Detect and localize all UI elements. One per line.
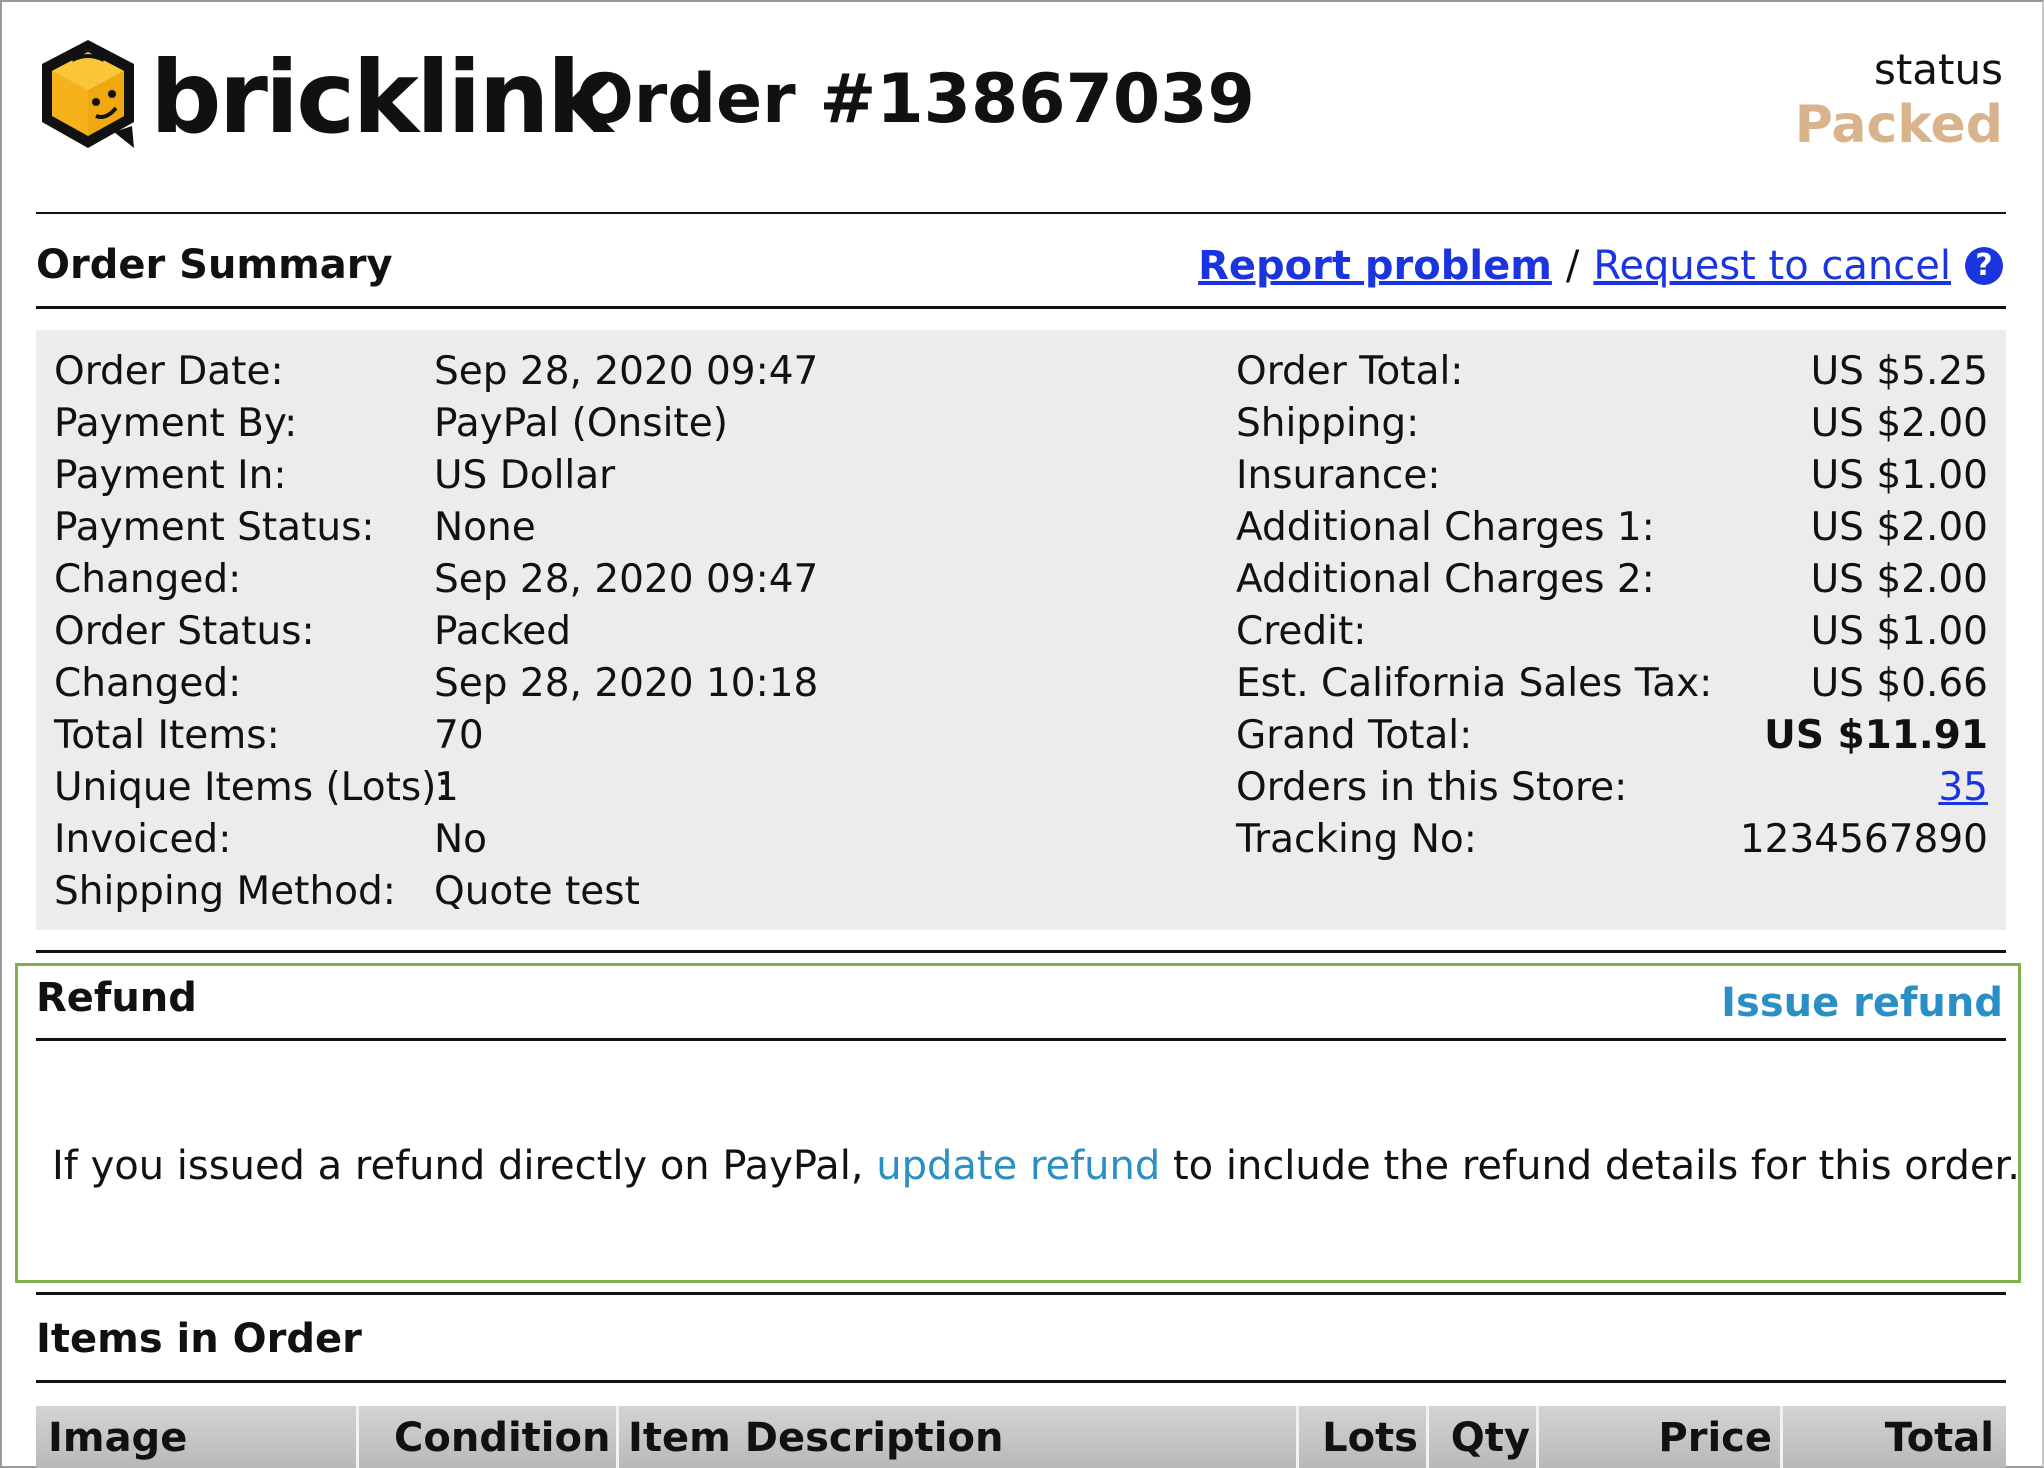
insurance-value: US $1.00 xyxy=(1810,453,1988,498)
sales-tax-value: US $0.66 xyxy=(1810,661,1988,706)
order-status-value: Packed xyxy=(434,609,572,654)
payment-by-value: PayPal (Onsite) xyxy=(434,401,728,446)
issue-refund-link[interactable]: Issue refund xyxy=(1721,977,2003,1029)
refund-text-before: If you issued a refund directly on PayPa… xyxy=(52,1143,877,1189)
column-header-price[interactable]: Price xyxy=(1540,1408,1772,1468)
column-divider xyxy=(1780,1406,1783,1468)
orders-in-store-label: Orders in this Store: xyxy=(1236,765,1628,810)
additional-charges-2-label: Additional Charges 2: xyxy=(1236,557,1655,602)
grand-total-label: Grand Total: xyxy=(1236,713,1473,758)
help-icon[interactable]: ? xyxy=(1965,247,2003,285)
order-date-value: Sep 28, 2020 09:47 xyxy=(434,349,819,394)
report-problem-link[interactable]: Report problem xyxy=(1198,240,1552,292)
refund-title: Refund xyxy=(36,975,197,1021)
column-header-item-description[interactable]: Item Description xyxy=(628,1408,1288,1468)
column-divider xyxy=(356,1406,359,1468)
refund-text-after: to include the refund details for this o… xyxy=(1160,1143,2021,1189)
column-divider xyxy=(1536,1406,1539,1468)
payment-in-value: US Dollar xyxy=(434,453,616,498)
total-items-value: 70 xyxy=(434,713,484,758)
grand-total-value: US $11.91 xyxy=(1764,713,1988,758)
order-date-label: Order Date: xyxy=(54,349,284,394)
order-status-label: Order Status: xyxy=(54,609,315,654)
column-header-image[interactable]: Image xyxy=(48,1408,348,1468)
column-header-lots[interactable]: Lots xyxy=(1300,1408,1418,1468)
summary-title-divider xyxy=(36,306,2006,309)
payment-changed-label: Changed: xyxy=(54,557,242,602)
tracking-no-value: 1234567890 xyxy=(1739,817,1988,862)
additional-charges-2-value: US $2.00 xyxy=(1810,557,1988,602)
refund-bottom-divider xyxy=(36,1292,2006,1295)
payment-by-label: Payment By: xyxy=(54,401,298,446)
request-cancel-link[interactable]: Request to cancel xyxy=(1593,240,1951,292)
payment-status-label: Payment Status: xyxy=(54,505,375,550)
status-badge: Packed xyxy=(1794,95,2003,155)
total-items-label: Total Items: xyxy=(54,713,280,758)
update-refund-link[interactable]: update refund xyxy=(876,1143,1160,1189)
payment-in-label: Payment In: xyxy=(54,453,287,498)
order-summary-title: Order Summary xyxy=(36,242,393,288)
shipping-value: US $2.00 xyxy=(1810,401,1988,446)
invoiced-label: Invoiced: xyxy=(54,817,232,862)
status-changed-value: Sep 28, 2020 10:18 xyxy=(434,661,819,706)
order-summary-panel xyxy=(36,330,2006,930)
page-title: Order #13867039 xyxy=(576,60,1255,139)
brand-name: bricklink xyxy=(150,39,613,156)
shipping-method-label: Shipping Method: xyxy=(54,869,396,914)
shipping-method-value: Quote test xyxy=(434,869,640,914)
refund-panel xyxy=(15,963,2021,1283)
unique-items-value: 1 xyxy=(434,765,459,810)
order-total-label: Order Total: xyxy=(1236,349,1464,394)
refund-title-divider xyxy=(36,1038,2006,1041)
bricklink-logo-icon xyxy=(42,40,134,148)
link-separator: / xyxy=(1565,243,1580,289)
refund-message: If you issued a refund directly on PayPa… xyxy=(52,1140,2020,1192)
summary-actions: Report problem / Request to cancel ? xyxy=(1198,240,2003,292)
additional-charges-1-value: US $2.00 xyxy=(1810,505,1988,550)
column-divider xyxy=(1426,1406,1429,1468)
column-divider xyxy=(616,1406,619,1468)
credit-value: US $1.00 xyxy=(1810,609,1988,654)
column-header-condition[interactable]: Condition xyxy=(394,1408,614,1468)
items-in-order-title: Items in Order xyxy=(36,1316,362,1362)
shipping-label: Shipping: xyxy=(1236,401,1420,446)
status-label: status xyxy=(1873,45,2003,94)
credit-label: Credit: xyxy=(1236,609,1367,654)
invoiced-value: No xyxy=(434,817,488,862)
insurance-label: Insurance: xyxy=(1236,453,1441,498)
items-title-divider xyxy=(36,1380,2006,1383)
order-total-value: US $5.25 xyxy=(1810,349,1988,394)
unique-items-label: Unique Items (Lots): xyxy=(54,765,450,810)
payment-changed-value: Sep 28, 2020 09:47 xyxy=(434,557,819,602)
column-header-qty[interactable]: Qty xyxy=(1430,1408,1530,1468)
column-divider xyxy=(1296,1406,1299,1468)
payment-status-value: None xyxy=(434,505,536,550)
sales-tax-label: Est. California Sales Tax: xyxy=(1236,661,1713,706)
summary-bottom-divider xyxy=(36,950,2006,953)
tracking-no-label: Tracking No: xyxy=(1236,817,1477,862)
status-changed-label: Changed: xyxy=(54,661,242,706)
column-header-total[interactable]: Total xyxy=(1784,1408,1994,1468)
orders-in-store-link[interactable]: 35 xyxy=(1938,762,1988,814)
additional-charges-1-label: Additional Charges 1: xyxy=(1236,505,1655,550)
header-divider xyxy=(36,212,2006,214)
